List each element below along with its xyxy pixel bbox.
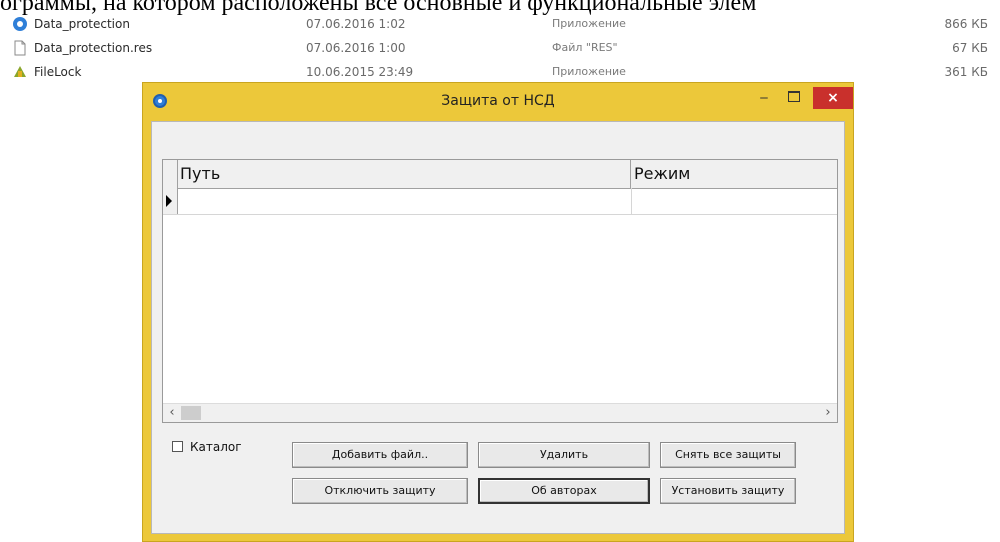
client-area: Путь Режим ‹ › Каталог Добавить файл.. У… [151, 121, 845, 534]
table-row[interactable] [163, 188, 837, 215]
delete-button[interactable]: Удалить [478, 442, 650, 468]
file-date: 07.06.2016 1:02 [306, 17, 406, 31]
catalog-checkbox[interactable] [172, 441, 183, 452]
window-title: Защита от НСД [441, 93, 555, 109]
file-size: 361 КБ [944, 65, 988, 79]
protection-table[interactable]: Путь Режим ‹ › [162, 159, 838, 423]
row-selector-arrow-icon [163, 188, 178, 214]
file-type: Приложение [552, 17, 626, 30]
maximize-icon [788, 91, 800, 102]
cell-mode[interactable] [631, 188, 837, 214]
maximize-button[interactable] [781, 87, 807, 109]
file-type: Файл "RES" [552, 41, 618, 54]
file-date: 07.06.2016 1:00 [306, 41, 406, 55]
horizontal-scrollbar[interactable]: ‹ › [163, 403, 837, 422]
file-row-data-protection[interactable]: Data_protection 07.06.2016 1:02 Приложен… [0, 14, 1000, 34]
file-icon [14, 40, 26, 56]
cell-path[interactable] [177, 188, 632, 214]
scroll-left-icon[interactable]: ‹ [163, 404, 181, 422]
file-name: Data_protection [34, 17, 130, 31]
scroll-thumb[interactable] [181, 406, 201, 420]
remove-all-protection-button[interactable]: Снять все защиты [660, 442, 796, 468]
window-titlebar[interactable]: Защита от НСД ‒ × [143, 83, 853, 121]
file-row-data-protection-res[interactable]: Data_protection.res 07.06.2016 1:00 Файл… [0, 38, 1000, 58]
column-header-mode[interactable]: Режим [631, 160, 837, 188]
minimize-button[interactable]: ‒ [751, 87, 777, 109]
protection-window: Защита от НСД ‒ × Путь Режим ‹ › Каталог… [142, 82, 854, 542]
filelock-app-icon [14, 66, 26, 77]
catalog-checkbox-label[interactable]: Каталог [190, 440, 242, 454]
scroll-right-icon[interactable]: › [819, 404, 837, 422]
add-file-button[interactable]: Добавить файл.. [292, 442, 468, 468]
close-button[interactable]: × [813, 87, 853, 109]
file-row-filelock[interactable]: FileLock 10.06.2015 23:49 Приложение 361… [0, 62, 1000, 82]
file-name: FileLock [34, 65, 82, 79]
file-name: Data_protection.res [34, 41, 153, 55]
file-size: 67 КБ [952, 41, 988, 55]
file-type: Приложение [552, 65, 626, 78]
header-indicator-cell [163, 160, 178, 188]
app-shield-icon [13, 17, 27, 31]
file-date: 10.06.2015 23:49 [306, 65, 414, 79]
disable-protection-button[interactable]: Отключить защиту [292, 478, 468, 504]
column-header-path[interactable]: Путь [177, 160, 631, 188]
file-size: 866 КБ [944, 17, 988, 31]
set-protection-button[interactable]: Установить защиту [660, 478, 796, 504]
about-authors-button[interactable]: Об авторах [478, 478, 650, 504]
table-header: Путь Режим [163, 160, 837, 189]
